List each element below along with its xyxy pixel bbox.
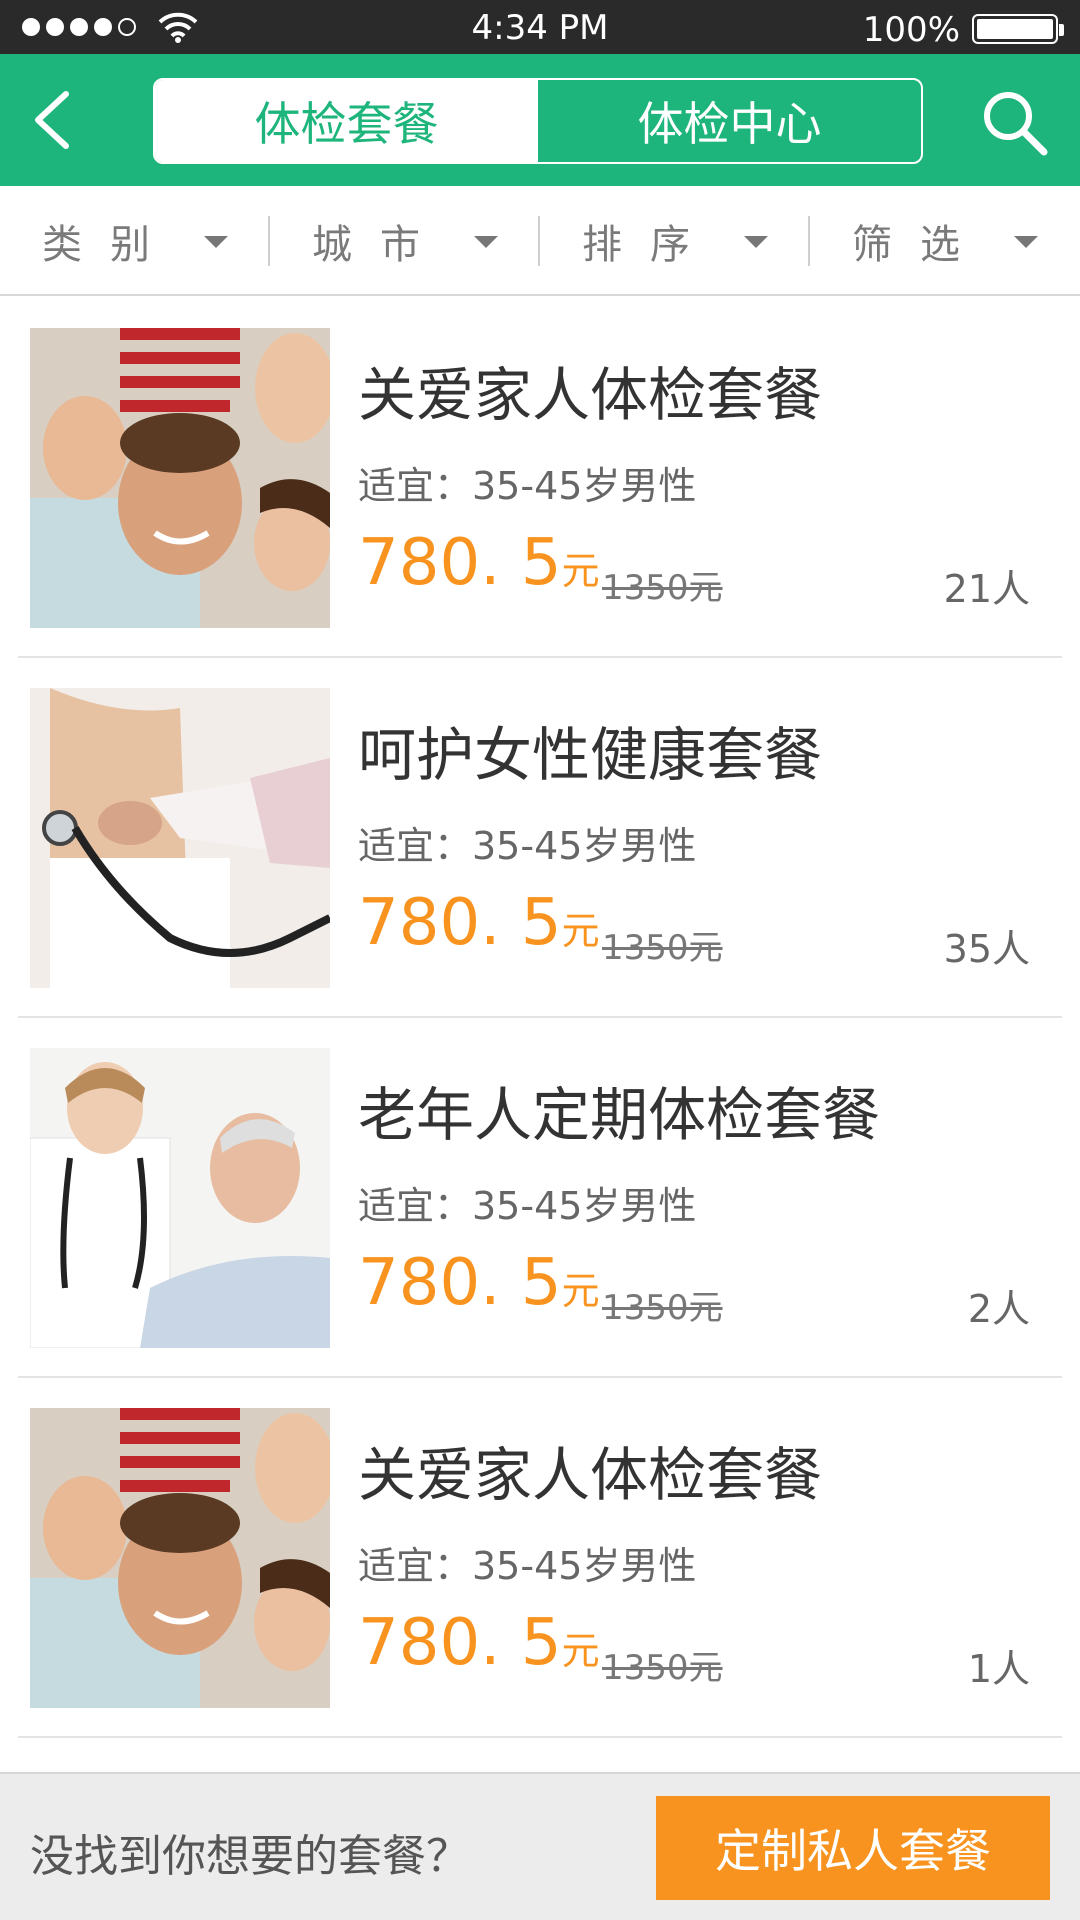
package-old-price: 1350元 bbox=[602, 1288, 723, 1328]
package-item[interactable]: 老年人定期体检套餐 适宜：35-45岁男性 780. 5元 1350元 2人 bbox=[18, 1018, 1062, 1378]
package-price: 780. 5元 bbox=[358, 886, 600, 960]
price-unit: 元 bbox=[561, 909, 600, 953]
caret-down-icon bbox=[1014, 236, 1038, 248]
package-count: 2人 bbox=[967, 1287, 1030, 1331]
battery-icon bbox=[972, 14, 1064, 44]
filter-category-label: 类别 bbox=[42, 222, 178, 268]
package-old-price: 1350元 bbox=[602, 1648, 723, 1688]
elderly-care-photo bbox=[30, 1048, 330, 1348]
package-title: 老年人定期体检套餐 bbox=[358, 1081, 881, 1149]
not-found-prompt: 没找到你想要的套餐？ bbox=[30, 1831, 470, 1882]
price-value: 780. 5 bbox=[358, 886, 562, 960]
package-price: 780. 5元 bbox=[358, 1606, 600, 1680]
segmented-control: 体检套餐 体检中心 bbox=[153, 78, 923, 164]
price-value: 780. 5 bbox=[358, 526, 562, 600]
caret-down-icon bbox=[474, 236, 498, 248]
package-item[interactable]: 关爱家人体检套餐 适宜：35-45岁男性 780. 5元 1350元 21人 bbox=[18, 298, 1062, 658]
price-unit: 元 bbox=[561, 1629, 600, 1673]
package-old-price: 1350元 bbox=[602, 928, 723, 968]
package-suitable: 适宜：35-45岁男性 bbox=[358, 464, 697, 508]
package-list: 关爱家人体检套餐 适宜：35-45岁男性 780. 5元 1350元 21人 呵… bbox=[0, 298, 1080, 1738]
filter-bar: 类别 城市 排序 筛选 bbox=[0, 186, 1080, 296]
package-suitable: 适宜：35-45岁男性 bbox=[358, 824, 697, 868]
package-price: 780. 5元 bbox=[358, 1246, 600, 1320]
package-title: 关爱家人体检套餐 bbox=[358, 361, 823, 429]
family-photo bbox=[30, 1408, 330, 1708]
tab-checkup-packages[interactable]: 体检套餐 bbox=[155, 80, 538, 162]
price-value: 780. 5 bbox=[358, 1246, 562, 1320]
filter-sort-label: 排序 bbox=[582, 222, 718, 268]
bottom-bar: 没找到你想要的套餐？ 定制私人套餐 bbox=[0, 1772, 1080, 1920]
package-count: 35人 bbox=[943, 927, 1030, 971]
battery-percent: 100% bbox=[862, 10, 960, 50]
package-old-price: 1350元 bbox=[602, 568, 723, 608]
search-icon[interactable] bbox=[980, 88, 1050, 158]
caret-down-icon bbox=[204, 236, 228, 248]
filter-screen-label: 筛选 bbox=[852, 222, 988, 268]
package-title: 关爱家人体检套餐 bbox=[358, 1441, 823, 1509]
filter-city-label: 城市 bbox=[312, 222, 448, 268]
caret-down-icon bbox=[744, 236, 768, 248]
custom-package-button[interactable]: 定制私人套餐 bbox=[656, 1796, 1050, 1900]
filter-sort[interactable]: 排序 bbox=[540, 186, 810, 296]
price-unit: 元 bbox=[561, 1269, 600, 1313]
package-suitable: 适宜：35-45岁男性 bbox=[358, 1544, 697, 1588]
family-photo bbox=[30, 328, 330, 628]
filter-category[interactable]: 类别 bbox=[0, 186, 270, 296]
package-item[interactable]: 呵护女性健康套餐 适宜：35-45岁男性 780. 5元 1350元 35人 bbox=[18, 658, 1062, 1018]
package-count: 1人 bbox=[967, 1647, 1030, 1691]
price-unit: 元 bbox=[561, 549, 600, 593]
package-suitable: 适宜：35-45岁男性 bbox=[358, 1184, 697, 1228]
package-count: 21人 bbox=[943, 567, 1030, 611]
tab-checkup-centers[interactable]: 体检中心 bbox=[538, 80, 921, 162]
package-title: 呵护女性健康套餐 bbox=[358, 721, 823, 789]
nav-bar: 体检套餐 体检中心 bbox=[0, 54, 1080, 186]
price-value: 780. 5 bbox=[358, 1606, 562, 1680]
chevron-left-icon[interactable] bbox=[24, 90, 84, 150]
stethoscope-photo bbox=[30, 688, 330, 988]
filter-city[interactable]: 城市 bbox=[270, 186, 540, 296]
filter-screen[interactable]: 筛选 bbox=[810, 186, 1080, 296]
package-item[interactable]: 关爱家人体检套餐 适宜：35-45岁男性 780. 5元 1350元 1人 bbox=[18, 1378, 1062, 1738]
status-bar: 4:34 PM 100% bbox=[0, 0, 1080, 54]
package-price: 780. 5元 bbox=[358, 526, 600, 600]
